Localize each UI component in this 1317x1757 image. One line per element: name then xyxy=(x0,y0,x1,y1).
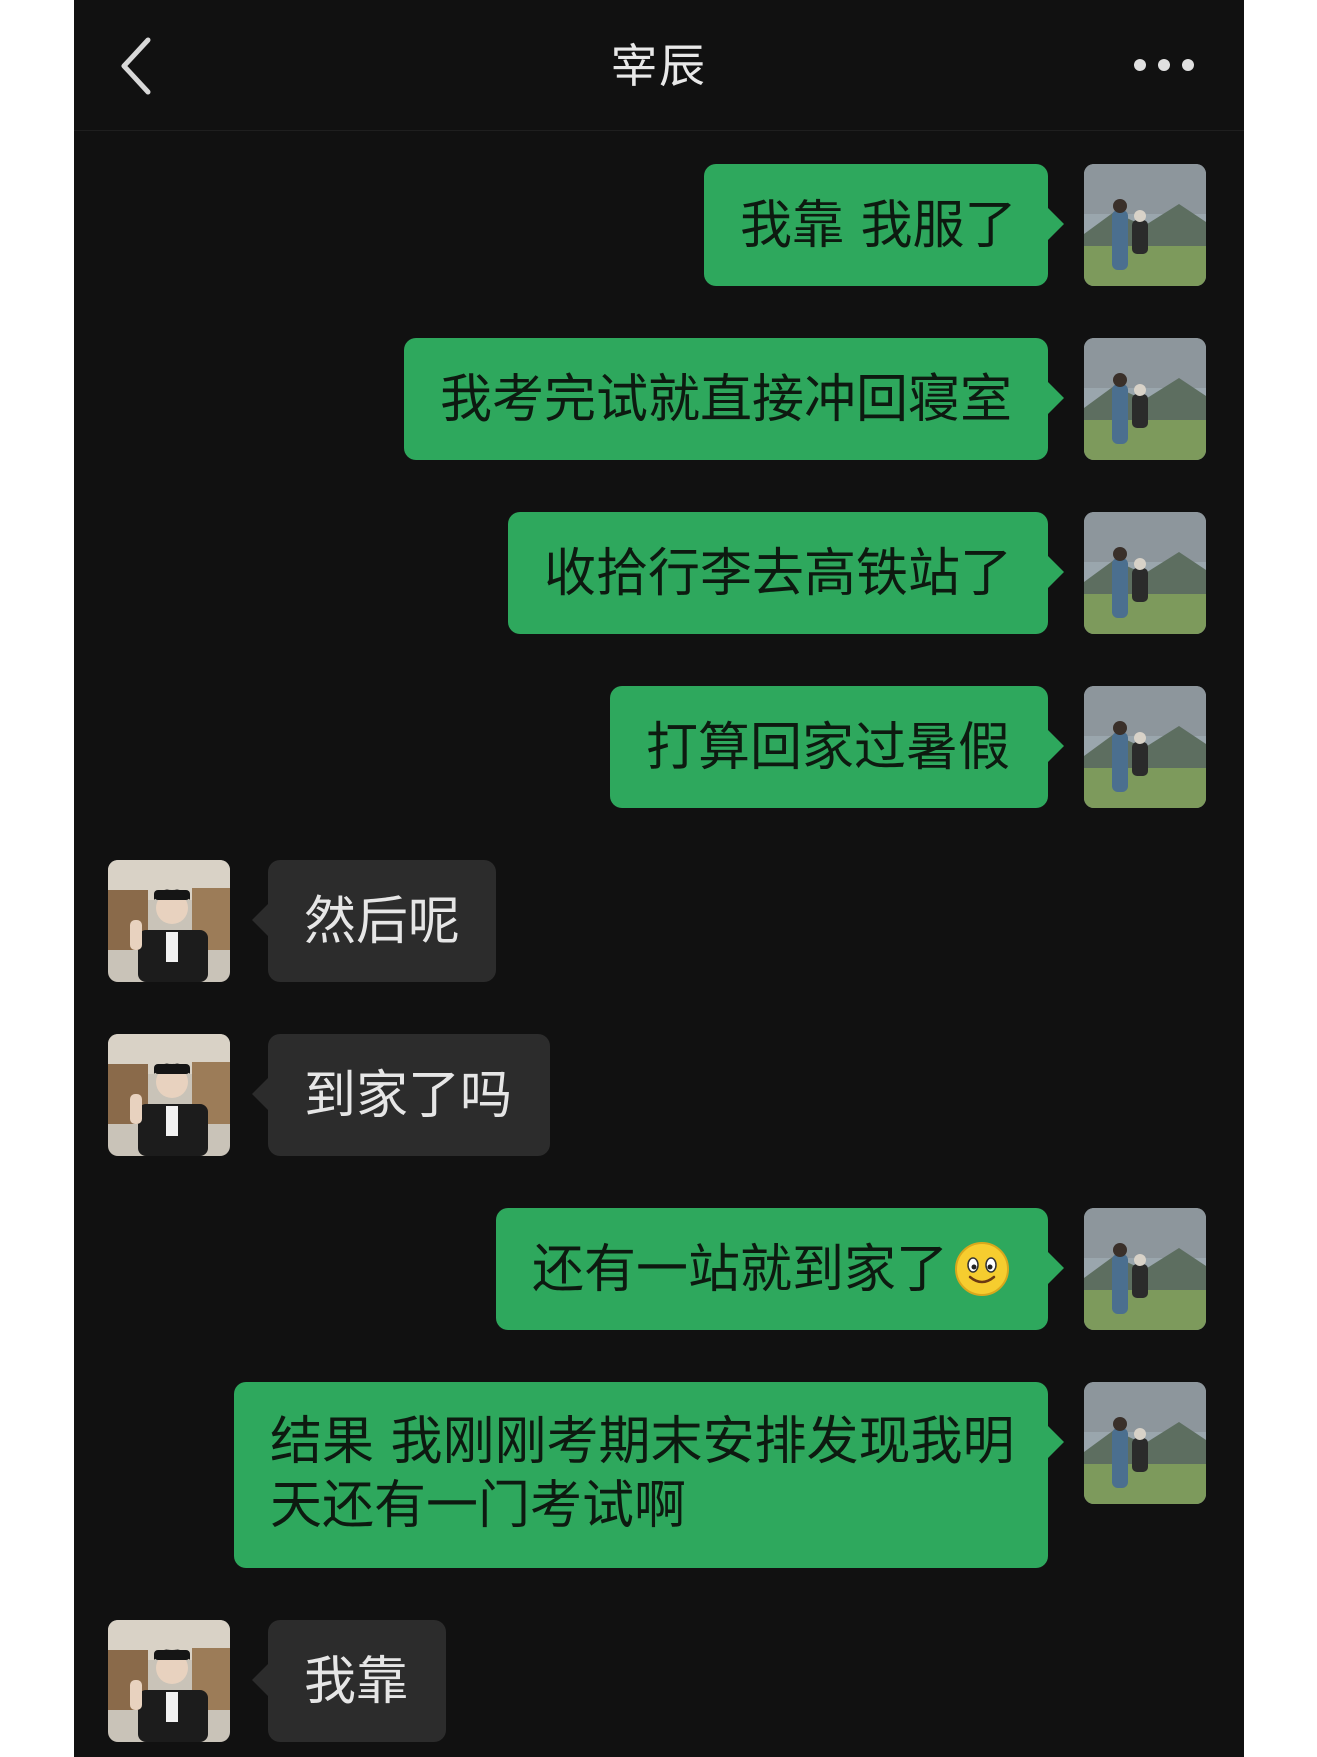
message-text: 我靠 xyxy=(304,1652,409,1712)
smile-emoji-icon xyxy=(954,1241,1010,1297)
my-avatar-image xyxy=(1084,1382,1206,1504)
chat-screen: 宰辰 我靠 我服了 我考完试就直接冲回寝室 收拾行李去高铁站了 打算回家过暑假 … xyxy=(74,0,1244,1757)
message-text: 我靠 我服了 xyxy=(740,196,1017,256)
avatar[interactable] xyxy=(1084,164,1206,286)
avatar[interactable] xyxy=(1084,686,1206,808)
bubble-tail xyxy=(252,1664,268,1696)
avatar[interactable] xyxy=(1084,1208,1206,1330)
message-bubble[interactable]: 然后呢 xyxy=(268,860,496,982)
message-bubble[interactable]: 收拾行李去高铁站了 xyxy=(508,512,1048,634)
message-bubble[interactable]: 结果 我刚刚考期末安排发现我明 天还有一门考试啊 xyxy=(234,1382,1048,1568)
message-bubble[interactable]: 我考完试就直接冲回寝室 xyxy=(404,338,1048,460)
more-dots-icon xyxy=(1134,59,1194,71)
message-text: 到家了吗 xyxy=(304,1066,513,1126)
bubble-tail xyxy=(1048,1426,1064,1458)
message-text: 打算回家过暑假 xyxy=(646,718,1011,778)
chat-header: 宰辰 xyxy=(74,0,1244,130)
message-bubble[interactable]: 我靠 我服了 xyxy=(704,164,1048,286)
my-avatar-image xyxy=(1084,338,1206,460)
avatar[interactable] xyxy=(108,1620,230,1742)
avatar[interactable] xyxy=(108,1034,230,1156)
contact-avatar-image xyxy=(108,1034,230,1156)
my-avatar-image xyxy=(1084,686,1206,808)
avatar[interactable] xyxy=(1084,338,1206,460)
message-bubble[interactable]: 还有一站就到家了 xyxy=(496,1208,1048,1330)
bubble-tail xyxy=(1048,1252,1064,1284)
message-text: 还有一站就到家了 xyxy=(532,1240,949,1300)
bubble-tail xyxy=(1048,730,1064,762)
header-divider xyxy=(74,130,1244,131)
avatar[interactable] xyxy=(1084,1382,1206,1504)
my-avatar-image xyxy=(1084,1208,1206,1330)
message-text-line: 天还有一门考试啊 xyxy=(270,1476,687,1536)
message-text-line: 结果 我刚刚考期末安排发现我明 xyxy=(270,1412,1015,1472)
bubble-tail xyxy=(252,1078,268,1110)
my-avatar-image xyxy=(1084,164,1206,286)
message-bubble[interactable]: 我靠 xyxy=(268,1620,446,1742)
more-options-button[interactable] xyxy=(1124,40,1204,90)
chat-title: 宰辰 xyxy=(611,39,707,93)
avatar[interactable] xyxy=(108,860,230,982)
bubble-tail xyxy=(252,904,268,936)
bubble-tail xyxy=(1048,556,1064,588)
contact-avatar-image xyxy=(108,1620,230,1742)
message-text: 收拾行李去高铁站了 xyxy=(544,544,1013,604)
contact-avatar-image xyxy=(108,860,230,982)
message-text: 然后呢 xyxy=(304,892,461,952)
bubble-tail xyxy=(1048,208,1064,240)
message-bubble[interactable]: 到家了吗 xyxy=(268,1034,550,1156)
message-bubble[interactable]: 打算回家过暑假 xyxy=(610,686,1048,808)
avatar[interactable] xyxy=(1084,512,1206,634)
bubble-tail xyxy=(1048,382,1064,414)
my-avatar-image xyxy=(1084,512,1206,634)
message-text: 我考完试就直接冲回寝室 xyxy=(440,370,1013,430)
